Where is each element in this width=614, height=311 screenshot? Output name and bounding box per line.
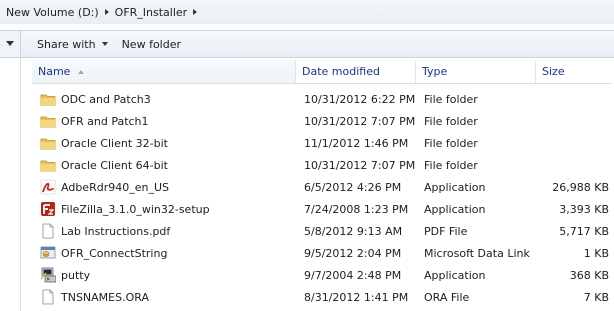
table-row[interactable]: Oracle Client 32-bit 11/1/2012 1:46 PM F… (32, 132, 614, 154)
column-header-label: Type (422, 65, 448, 78)
table-row[interactable]: Lab Instructions.pdf 5/8/2012 9:13 AM PD… (32, 220, 614, 242)
file-name-cell[interactable]: putty (32, 267, 298, 283)
column-header-label: Date modified (302, 65, 380, 78)
type-cell: Application (424, 180, 486, 194)
file-name: ODC and Patch3 (61, 92, 151, 106)
type-cell: File folder (424, 136, 478, 150)
breadcrumb-label: OFR_Installer (114, 5, 188, 19)
file-name: AdbeRdr940_en_US (61, 180, 169, 194)
type-cell: Microsoft Data Link (424, 246, 530, 260)
share-with-label: Share with (37, 37, 96, 51)
breadcrumb-label: New Volume (D:) (6, 5, 99, 19)
table-row[interactable]: FileZilla_3.1.0_win32-setup 7/24/2008 1:… (32, 198, 614, 220)
column-header-date-modified[interactable]: Date modified (296, 60, 416, 83)
file-name: OFR_ConnectString (61, 246, 168, 260)
folder-icon (40, 160, 56, 172)
column-header-label: Name (38, 65, 71, 78)
date-modified-cell: 7/24/2008 1:23 PM (304, 202, 409, 216)
file-name: Lab Instructions.pdf (61, 224, 171, 238)
new-folder-button[interactable]: New folder (122, 38, 181, 51)
breadcrumb: New Volume (D:) OFR_Installer (0, 0, 614, 24)
date-modified-cell: 8/31/2012 1:41 PM (304, 290, 409, 304)
file-list: Name Date modified Type Size ODC and Pat… (22, 60, 614, 311)
size-cell: 1 KB (583, 246, 609, 260)
file-name-cell[interactable]: Oracle Client 32-bit (32, 135, 298, 151)
breadcrumb-item-new-volume[interactable]: New Volume (D:) (6, 6, 109, 19)
data-link-icon (40, 246, 56, 259)
table-row[interactable]: AdbeRdr940_en_US 6/5/2012 4:26 PM Applic… (32, 176, 614, 198)
date-modified-cell: 6/5/2012 4:26 PM (304, 180, 402, 194)
new-folder-label: New folder (121, 37, 181, 51)
type-cell: File folder (424, 114, 478, 128)
breadcrumb-item-ofr-installer[interactable]: OFR_Installer (115, 6, 198, 19)
adobe-reader-icon (40, 179, 56, 195)
date-modified-cell: 9/7/2004 2:48 PM (304, 268, 402, 282)
share-with-button[interactable]: Share with (37, 38, 108, 51)
file-name: OFR and Patch1 (61, 114, 149, 128)
size-cell: 5,717 KB (559, 224, 609, 238)
file-rows: ODC and Patch3 10/31/2012 6:22 PM File f… (32, 88, 614, 308)
file-name-cell[interactable]: TNSNAMES.ORA (32, 289, 298, 305)
document-icon (42, 289, 54, 305)
file-name-cell[interactable]: OFR_ConnectString (32, 245, 298, 261)
size-cell: 7 KB (583, 290, 609, 304)
folder-icon (40, 138, 56, 150)
column-header-name[interactable]: Name (32, 60, 296, 83)
size-cell: 368 KB (569, 268, 609, 282)
column-header-label: Size (542, 65, 565, 78)
file-name-cell[interactable]: OFR and Patch1 (32, 113, 298, 129)
document-icon (42, 223, 54, 239)
size-cell: 26,988 KB (552, 180, 609, 194)
organize-dropdown-button[interactable] (0, 31, 21, 57)
type-cell: ORA File (424, 290, 470, 304)
chevron-down-icon (101, 42, 108, 46)
putty-icon (40, 267, 56, 283)
type-cell: Application (424, 268, 486, 282)
command-bar: Share with New folder (0, 30, 614, 58)
type-cell: File folder (424, 158, 478, 172)
column-header-size[interactable]: Size (536, 60, 612, 83)
type-cell: File folder (424, 92, 478, 106)
table-row[interactable]: Oracle Client 64-bit 10/31/2012 7:07 PM … (32, 154, 614, 176)
table-row[interactable]: ODC and Patch3 10/31/2012 6:22 PM File f… (32, 88, 614, 110)
table-row[interactable]: putty 9/7/2004 2:48 PM Application 368 K… (32, 264, 614, 286)
table-row[interactable]: TNSNAMES.ORA 8/31/2012 1:41 PM ORA File … (32, 286, 614, 308)
column-header-type[interactable]: Type (416, 60, 536, 83)
file-name-cell[interactable]: Lab Instructions.pdf (32, 223, 298, 239)
size-cell: 3,393 KB (559, 202, 609, 216)
file-name-cell[interactable]: FileZilla_3.1.0_win32-setup (32, 201, 298, 217)
date-modified-cell: 10/31/2012 6:22 PM (304, 92, 416, 106)
file-name-cell[interactable]: AdbeRdr940_en_US (32, 179, 298, 195)
file-name: Oracle Client 32-bit (61, 136, 168, 150)
chevron-down-icon (6, 41, 14, 46)
date-modified-cell: 10/31/2012 7:07 PM (304, 114, 416, 128)
folder-icon (40, 116, 56, 128)
folder-icon (40, 94, 56, 106)
type-cell: PDF File (424, 224, 468, 238)
date-modified-cell: 11/1/2012 1:46 PM (304, 136, 409, 150)
file-name: FileZilla_3.1.0_win32-setup (61, 202, 210, 216)
file-name: putty (61, 268, 91, 282)
date-modified-cell: 10/31/2012 7:07 PM (304, 158, 416, 172)
file-name: TNSNAMES.ORA (61, 290, 149, 304)
file-name-cell[interactable]: ODC and Patch3 (32, 91, 298, 107)
file-name-cell[interactable]: Oracle Client 64-bit (32, 157, 298, 173)
date-modified-cell: 9/5/2012 2:04 PM (304, 246, 402, 260)
chevron-right-icon[interactable] (193, 9, 198, 15)
chevron-right-icon[interactable] (104, 9, 109, 15)
sort-ascending-icon (78, 69, 85, 74)
date-modified-cell: 5/8/2012 9:13 AM (304, 224, 403, 238)
table-row[interactable]: OFR and Patch1 10/31/2012 7:07 PM File f… (32, 110, 614, 132)
type-cell: Application (424, 202, 486, 216)
file-name: Oracle Client 64-bit (61, 158, 168, 172)
filezilla-icon (41, 202, 55, 216)
navigation-pane[interactable] (0, 58, 21, 311)
table-row[interactable]: OFR_ConnectString 9/5/2012 2:04 PM Micro… (32, 242, 614, 264)
column-header-row: Name Date modified Type Size (32, 60, 612, 84)
